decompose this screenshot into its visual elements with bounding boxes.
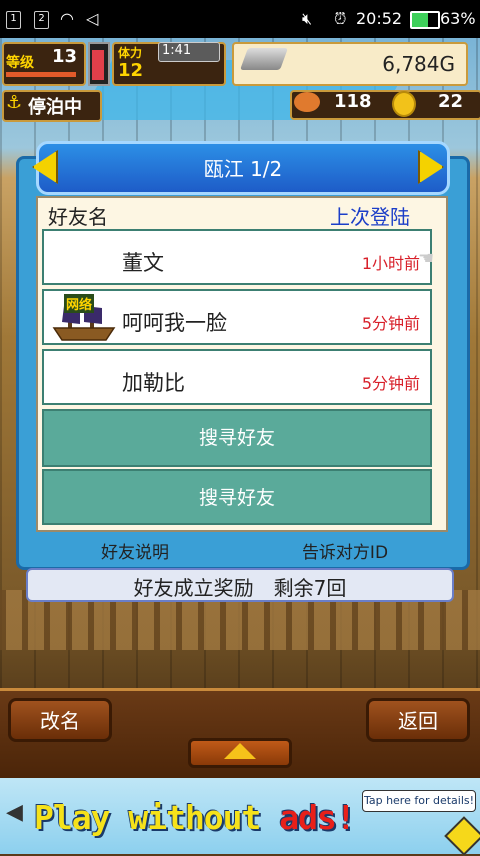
timer-value: 1:41 <box>162 43 192 58</box>
column-header-name: 好友名 <box>48 205 108 229</box>
ad-details-link[interactable]: Tap here for details! <box>362 790 476 812</box>
pointer-hand-icon: ☚ <box>418 248 435 269</box>
sim2-indicator: 2 <box>34 11 49 29</box>
wifi-icon: ◠ <box>60 9 74 28</box>
friend-help-button[interactable]: 好友说明 <box>60 538 210 563</box>
ad-headline-accent: ads! <box>279 798 355 837</box>
sim1-indicator: 1 <box>6 11 21 29</box>
friend-last-login: 5分钟前 <box>361 314 420 333</box>
coin-value: 22 <box>438 91 464 112</box>
ad-headline-main: Play without <box>34 798 280 837</box>
food-value: 118 <box>334 91 372 112</box>
tell-id-button[interactable]: 告诉对方ID <box>270 538 420 563</box>
level-value: 13 <box>52 46 78 67</box>
clock-time: 20:52 <box>356 9 403 28</box>
alarm-icon: ⏰︎ <box>334 9 347 28</box>
friend-last-login: 5分钟前 <box>361 374 420 393</box>
search-friend-button[interactable]: 搜寻好友 <box>42 469 432 525</box>
friend-name: 董文 <box>122 251 164 275</box>
friend-last-login: 1小时前 <box>361 254 420 273</box>
signal-icon: ◁ <box>86 9 99 28</box>
food-icon <box>294 92 320 112</box>
dialog-title: 瓯江 1/2 <box>203 157 283 181</box>
battery-percent: 63% <box>440 9 476 28</box>
coin-icon <box>392 91 416 117</box>
exp-bar <box>6 72 76 77</box>
stamina-value: 12 <box>118 60 144 81</box>
ad-close-arrow-icon[interactable]: ◀ <box>6 800 23 825</box>
friend-bonus-text: 好友成立奖励 剩余7回 <box>133 576 347 600</box>
battery-icon <box>410 11 440 29</box>
level-label: 等级 <box>6 55 34 71</box>
mute-icon: 🔇︎ <box>302 9 313 28</box>
friend-name: 加勒比 <box>122 371 185 395</box>
money-value: 6,784G <box>382 52 455 76</box>
column-header-last-login: 上次登陆 <box>330 205 410 229</box>
ship-badge: 网络 <box>64 294 95 313</box>
rename-button[interactable]: 改名 <box>8 698 112 742</box>
friend-name: 呵呵我一脸 <box>122 311 227 335</box>
status-bar: 1 2 ◠ ◁ 🔇︎ ⏰︎ 20:52 63% <box>0 0 480 38</box>
anchor-icon: ⚓︎ <box>6 92 23 113</box>
dock-status: 停泊中 <box>28 97 82 118</box>
stamina-label: 体力 <box>118 46 143 60</box>
search-friend-button[interactable]: 搜寻好友 <box>42 409 432 467</box>
back-button[interactable]: 返回 <box>366 698 470 742</box>
ad-headline: Play without ads! <box>34 798 356 837</box>
hp-gauge-fill <box>92 50 104 80</box>
